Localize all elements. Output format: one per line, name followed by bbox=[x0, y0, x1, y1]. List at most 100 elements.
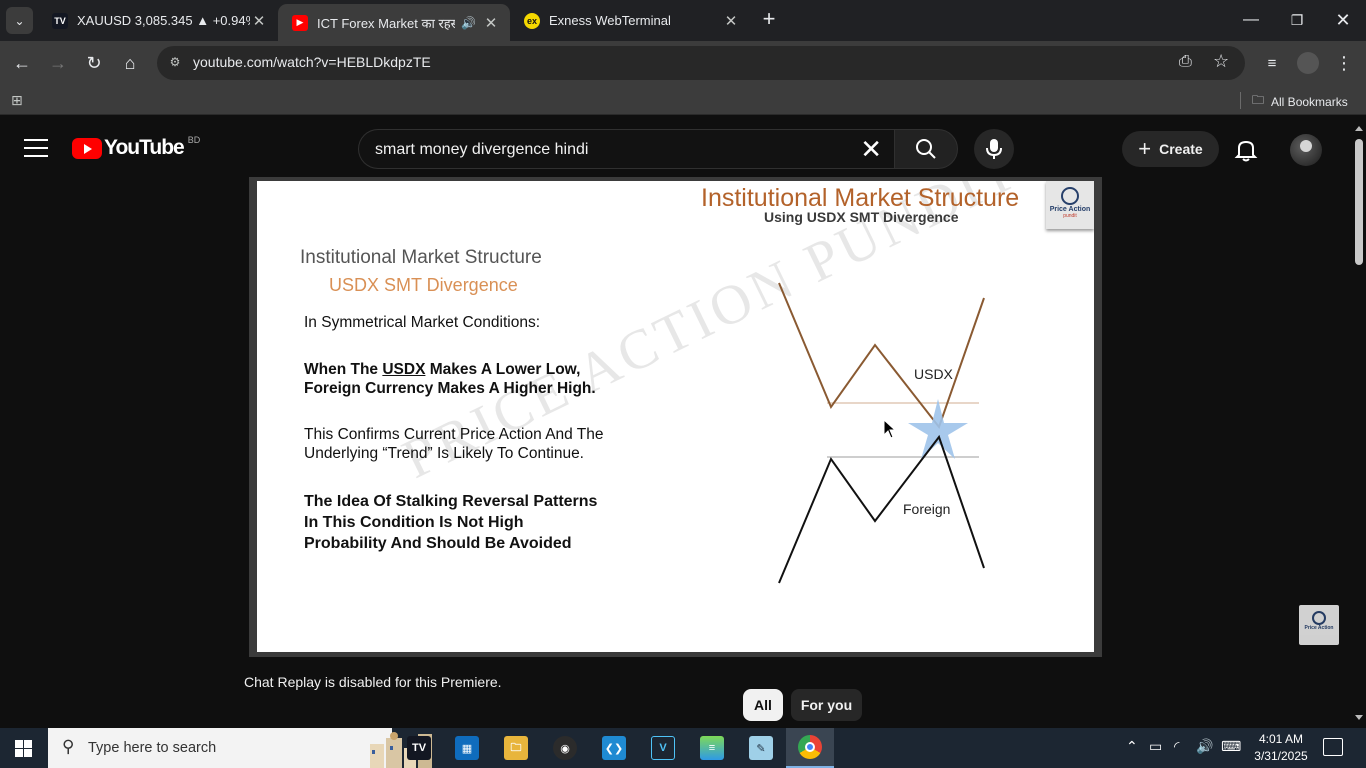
apps-grid-icon[interactable]: ⊞ bbox=[11, 92, 27, 108]
tradingview-app-icon[interactable]: TV bbox=[395, 728, 443, 768]
youtube-wordmark: YouTube bbox=[104, 136, 185, 159]
tab-youtube-active[interactable]: ▶ ICT Forex Market का रहस्य😱 🔊 ✕ bbox=[278, 4, 510, 41]
tray-chevron-up-icon[interactable]: ⌃ bbox=[1126, 738, 1138, 755]
taskbar-search-box[interactable]: ⚲ Type here to search bbox=[48, 728, 432, 768]
slide-subtitle: Using USDX SMT Divergence bbox=[764, 209, 959, 225]
search-icon: ⚲ bbox=[62, 737, 75, 756]
minimize-icon[interactable]: — bbox=[1228, 0, 1274, 40]
keyboard-icon[interactable]: ⌨ bbox=[1221, 738, 1241, 755]
windows-start-icon[interactable] bbox=[15, 740, 32, 757]
reload-icon[interactable]: ↻ bbox=[80, 49, 108, 77]
chrome-taskbar-icon[interactable] bbox=[786, 728, 834, 768]
scroll-up-icon[interactable] bbox=[1355, 126, 1363, 131]
install-app-icon[interactable]: ⎙ bbox=[1179, 53, 1192, 71]
chip-for-you[interactable]: For you bbox=[791, 689, 862, 721]
obs-studio-icon[interactable]: ◉ bbox=[541, 728, 589, 768]
logo-circle-icon bbox=[1312, 611, 1326, 625]
address-bar[interactable]: ⚙ youtube.com/watch?v=HEBLDkdpzTE ⎙ ☆ bbox=[157, 46, 1245, 80]
youtube-logo[interactable]: YouTube BD bbox=[72, 135, 201, 160]
chat-replay-note: Chat Replay is disabled for this Premier… bbox=[244, 674, 502, 690]
para2-line2: Foreign Currency Makes A Higher High. bbox=[304, 380, 596, 397]
logo-circle-icon bbox=[1061, 187, 1079, 205]
tab-title: ICT Forex Market का रहस्य😱 bbox=[317, 15, 455, 31]
tab-search-chevron-icon[interactable]: ⌄ bbox=[6, 7, 33, 34]
para2-text: When The bbox=[304, 361, 383, 378]
para2-underlined: USDX bbox=[382, 361, 426, 378]
audio-playing-icon[interactable]: 🔊 bbox=[461, 16, 476, 30]
volume-icon[interactable]: 🔊 bbox=[1196, 738, 1213, 755]
channel-watermark-badge[interactable]: Price Action bbox=[1299, 605, 1339, 645]
slide-subheading: USDX SMT Divergence bbox=[329, 275, 518, 295]
slide-heading: Institutional Market Structure bbox=[300, 247, 542, 268]
restore-icon[interactable]: ❐ bbox=[1274, 0, 1320, 40]
battery-icon[interactable]: ▭ bbox=[1149, 738, 1162, 755]
clock-time: 4:01 AM bbox=[1258, 732, 1304, 746]
menu-icon[interactable] bbox=[24, 139, 48, 159]
close-tab-icon[interactable]: ✕ bbox=[250, 12, 268, 30]
slide-paragraph-4: The Idea Of Stalking Reversal Patterns I… bbox=[304, 491, 597, 554]
account-avatar[interactable] bbox=[1290, 134, 1322, 166]
home-icon[interactable]: ⌂ bbox=[116, 49, 144, 77]
logo-text: Price Action bbox=[1049, 206, 1091, 213]
usdx-price-line bbox=[778, 282, 985, 430]
notepad-icon[interactable]: ✎ bbox=[737, 728, 785, 768]
file-explorer-icon[interactable]: 🗀 bbox=[492, 728, 540, 768]
exness-icon: ex bbox=[524, 12, 540, 29]
search-icon bbox=[916, 139, 936, 159]
scroll-down-icon[interactable] bbox=[1355, 715, 1363, 720]
scrollbar-thumb[interactable] bbox=[1355, 139, 1363, 265]
para4-line2: In This Condition Is Not High bbox=[304, 514, 524, 531]
slide-paragraph-3: This Confirms Current Price Action And T… bbox=[304, 425, 604, 463]
chrome-menu-icon[interactable]: ⋮ bbox=[1330, 49, 1358, 77]
windows-taskbar: ⚲ Type here to search TV ▦ 🗀 ◉ ❮❯ V ≡ ✎ … bbox=[0, 728, 1366, 768]
create-button[interactable]: + Create bbox=[1122, 131, 1219, 167]
bookmark-star-icon[interactable]: ☆ bbox=[1213, 51, 1229, 72]
browser-tab-strip: ⌄ TV XAUUSD 3,085.345 ▲ +0.94% U ✕ ▶ ICT… bbox=[0, 0, 1366, 41]
bluestacks-icon[interactable]: ≡ bbox=[688, 728, 736, 768]
taskbar-clock[interactable]: 4:01 AM 3/31/2025 bbox=[1250, 731, 1312, 765]
page-scrollbar[interactable] bbox=[1352, 121, 1366, 727]
video-player[interactable]: PRICE ACTION PUNDIT Institutional Market… bbox=[249, 177, 1102, 657]
chip-all[interactable]: All bbox=[743, 689, 783, 721]
search-button[interactable] bbox=[894, 129, 958, 169]
media-controls-icon[interactable]: ≡ bbox=[1258, 49, 1286, 77]
youtube-icon: ▶ bbox=[292, 14, 308, 31]
visual-studio-installer-icon[interactable]: V bbox=[639, 728, 687, 768]
para4-line1: The Idea Of Stalking Reversal Patterns bbox=[304, 493, 598, 510]
microsoft-store-icon[interactable]: ▦ bbox=[443, 728, 491, 768]
notification-center-icon[interactable] bbox=[1323, 738, 1343, 756]
tab-exness[interactable]: ex Exness WebTerminal ✕ bbox=[510, 0, 750, 41]
star-icon bbox=[908, 399, 968, 459]
microphone-icon bbox=[986, 139, 1002, 159]
close-window-icon[interactable]: ✕ bbox=[1320, 0, 1366, 40]
tab-xauusd[interactable]: TV XAUUSD 3,085.345 ▲ +0.94% U ✕ bbox=[38, 0, 278, 41]
channel-logo-badge: Price Action pundit bbox=[1046, 181, 1094, 229]
vscode-icon[interactable]: ❮❯ bbox=[590, 728, 638, 768]
folder-icon: 🗀 bbox=[1252, 93, 1265, 107]
bookmarks-bar: ⊞ 🗀 All Bookmarks bbox=[0, 85, 1366, 115]
all-bookmarks-button[interactable]: 🗀 All Bookmarks bbox=[1252, 91, 1348, 112]
clear-search-icon[interactable]: ✕ bbox=[860, 134, 882, 165]
notifications-bell-icon[interactable] bbox=[1232, 136, 1260, 164]
youtube-play-icon bbox=[72, 137, 102, 159]
watermark-badge-text: Price Action bbox=[1304, 625, 1334, 631]
close-tab-icon[interactable]: ✕ bbox=[722, 12, 740, 30]
plus-icon: + bbox=[1138, 136, 1152, 161]
country-code: BD bbox=[187, 135, 201, 145]
search-input[interactable]: smart money divergence hindi ✕ bbox=[358, 129, 894, 169]
mouse-cursor-icon bbox=[883, 419, 897, 439]
url-text[interactable]: youtube.com/watch?v=HEBLDkdpzTE bbox=[193, 54, 431, 70]
new-tab-button[interactable]: + bbox=[757, 8, 781, 32]
slide-paragraph-1: In Symmetrical Market Conditions: bbox=[304, 314, 541, 331]
clock-date: 3/31/2025 bbox=[1254, 749, 1308, 763]
search-query[interactable]: smart money divergence hindi bbox=[375, 141, 588, 159]
para4-line3: Probability And Should Be Avoided bbox=[304, 535, 572, 552]
close-tab-icon[interactable]: ✕ bbox=[482, 14, 500, 32]
site-info-icon[interactable]: ⚙ bbox=[167, 55, 183, 71]
back-icon[interactable]: ← bbox=[8, 49, 36, 77]
wifi-icon[interactable]: ◜ bbox=[1174, 738, 1179, 755]
para2-text: Makes A Lower Low, bbox=[425, 361, 581, 378]
forward-icon[interactable]: → bbox=[44, 49, 72, 77]
profile-avatar[interactable] bbox=[1297, 52, 1319, 74]
voice-search-button[interactable] bbox=[974, 129, 1014, 169]
